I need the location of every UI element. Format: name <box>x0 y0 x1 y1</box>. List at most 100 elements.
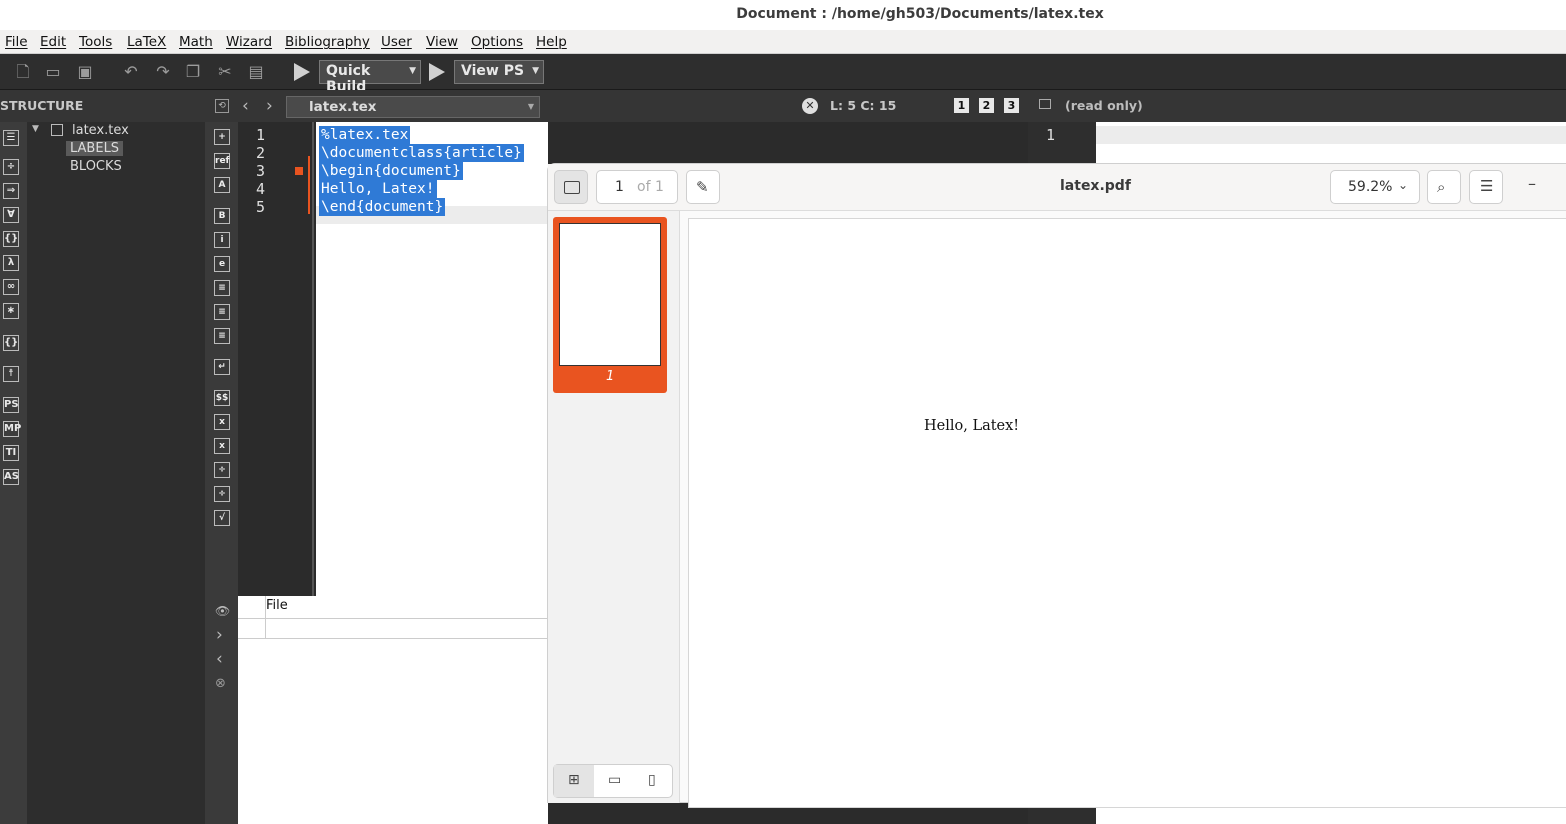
minimize-button[interactable]: – <box>1528 174 1536 193</box>
font-size-icon[interactable]: A <box>214 177 230 193</box>
newline-icon[interactable]: ↵ <box>214 359 230 375</box>
align-center-icon[interactable]: ≡ <box>214 304 230 320</box>
align-right-icon[interactable]: ≡ <box>214 328 230 344</box>
stop-icon[interactable]: ⊗ <box>215 676 226 691</box>
previous-icon[interactable]: ‹ <box>216 649 223 669</box>
sqrt-icon[interactable]: √ <box>214 510 230 526</box>
menu-wizard[interactable]: Wizard <box>226 34 272 50</box>
metapost-icon[interactable]: MP <box>3 421 21 437</box>
relation-icon[interactable]: ÷ <box>3 159 19 175</box>
greek-icon[interactable]: λ <box>3 255 19 271</box>
menu-user[interactable]: User <box>381 34 412 50</box>
paste-icon[interactable]: ▤ <box>247 63 265 81</box>
refresh-icon[interactable]: ⟲ <box>215 99 229 113</box>
bold-icon[interactable]: B <box>214 208 230 224</box>
pdf-filename: latex.pdf <box>1060 178 1131 194</box>
back-arrow-icon[interactable]: ‹ <box>242 96 249 116</box>
pdf-page-text: Hello, Latex! <box>924 418 1020 434</box>
superscript-icon[interactable]: x <box>214 438 230 454</box>
code-line[interactable]: \documentclass{article} <box>319 144 524 162</box>
tree-item-labels[interactable]: LABELS <box>66 141 124 156</box>
copy-icon[interactable]: ❐ <box>184 63 202 81</box>
current-line-highlight <box>1096 126 1566 144</box>
quick-build-run-icon[interactable] <box>294 63 310 81</box>
search-icon: ⌕ <box>1437 178 1446 196</box>
quick-build-combo[interactable]: Quick Build ▼ <box>319 60 421 95</box>
dfrac-icon[interactable]: ÷ <box>214 486 230 502</box>
annotate-button[interactable]: ✎ <box>686 170 720 204</box>
math-mode-icon[interactable]: $$ <box>214 390 230 406</box>
open-folder-icon[interactable]: ▭ <box>44 63 62 81</box>
document-icon <box>51 124 63 136</box>
menu-options[interactable]: Options <box>471 34 523 50</box>
cut-icon[interactable]: ✂ <box>216 63 234 81</box>
bookmarks-icon[interactable]: ▯ <box>648 772 656 788</box>
menu-tools[interactable]: Tools <box>79 34 112 50</box>
asymptote-icon[interactable]: AS <box>3 469 19 485</box>
thumbnail-page-preview <box>559 223 661 366</box>
eye-icon[interactable]: 👁 <box>215 604 230 618</box>
menu-latex[interactable]: LaTeX <box>127 34 166 50</box>
code-line[interactable]: \end{document} <box>319 198 446 216</box>
code-line[interactable]: %latex.tex <box>319 126 411 144</box>
log-column-file[interactable]: File <box>266 598 288 613</box>
ref-icon[interactable]: ref <box>214 153 230 169</box>
emphasis-icon[interactable]: e <box>214 256 230 272</box>
menu-edit[interactable]: Edit <box>40 34 66 50</box>
fold-marker-icon[interactable] <box>295 167 303 175</box>
left-right-icon[interactable]: {} <box>3 335 19 351</box>
view-run-icon[interactable] <box>429 63 445 81</box>
menu-bibliography[interactable]: Bibliography <box>285 34 370 50</box>
operator-icon[interactable]: ∗ <box>3 303 19 319</box>
new-file-icon[interactable]: 🗋 <box>14 63 32 81</box>
line-number: 4 <box>256 180 266 198</box>
page-input[interactable]: 1 <box>615 179 624 195</box>
code-editor[interactable]: %latex.tex \documentclass{article} \begi… <box>316 122 548 596</box>
menu-view[interactable]: View <box>426 34 458 50</box>
divider <box>238 618 548 619</box>
fold-line <box>308 156 310 214</box>
menu-file[interactable]: File <box>5 34 28 50</box>
misc-math-icon[interactable]: ∀ <box>3 207 19 223</box>
view-3-button[interactable]: 3 <box>1004 98 1019 113</box>
view-1-button[interactable]: 1 <box>954 98 969 113</box>
menu-button[interactable]: ☰ <box>1469 170 1503 204</box>
tree-root-file[interactable]: latex.tex <box>72 123 129 138</box>
view-2-button[interactable]: 2 <box>979 98 994 113</box>
view-combo[interactable]: View PS ▼ <box>454 60 544 84</box>
sidebar-toggle-button[interactable] <box>554 170 588 204</box>
menu-help[interactable]: Help <box>536 34 567 50</box>
undo-icon[interactable]: ↶ <box>122 63 140 81</box>
window-title: Document : /home/gh503/Documents/latex.t… <box>736 6 1104 22</box>
next-icon[interactable]: › <box>216 625 223 645</box>
annotations-icon[interactable]: ▭ <box>608 772 621 788</box>
pstricks-icon[interactable]: PS <box>3 397 19 413</box>
delimiters-icon[interactable]: {} <box>3 231 19 247</box>
search-button[interactable]: ⌕ <box>1427 170 1461 204</box>
menu-math[interactable]: Math <box>179 34 213 50</box>
structure-icon[interactable]: ☰ <box>3 130 19 146</box>
document-selector[interactable]: latex.tex ▼ <box>286 96 540 118</box>
code-line[interactable]: \begin{document} <box>319 162 463 180</box>
fraction-icon[interactable]: ÷ <box>214 462 230 478</box>
person-icon[interactable]: ☨ <box>3 366 19 382</box>
tree-item-blocks[interactable]: BLOCKS <box>70 159 122 174</box>
arrow-icon[interactable]: ⇒ <box>3 183 19 199</box>
add-icon[interactable]: + <box>214 129 230 145</box>
page-number-field[interactable]: 1 of 1 <box>596 170 678 204</box>
zoom-selector[interactable]: 59.2% ⌄ <box>1330 170 1420 204</box>
align-left-icon[interactable]: ≡ <box>214 280 230 296</box>
tikz-icon[interactable]: TI <box>3 445 19 461</box>
code-line[interactable]: Hello, Latex! <box>319 180 437 198</box>
save-icon[interactable]: ▣ <box>76 63 94 81</box>
expand-arrow-icon[interactable]: ▼ <box>32 124 39 134</box>
forward-arrow-icon[interactable]: › <box>266 96 273 116</box>
infinity-icon[interactable]: ∞ <box>3 279 19 295</box>
line-number: 1 <box>1046 126 1056 144</box>
redo-icon[interactable]: ↷ <box>154 63 172 81</box>
hamburger-icon: ☰ <box>1480 177 1494 195</box>
close-icon[interactable]: ✕ <box>802 98 818 114</box>
page-count: of 1 <box>637 179 664 195</box>
italic-icon[interactable]: i <box>214 232 230 248</box>
subscript-icon[interactable]: x <box>214 414 230 430</box>
